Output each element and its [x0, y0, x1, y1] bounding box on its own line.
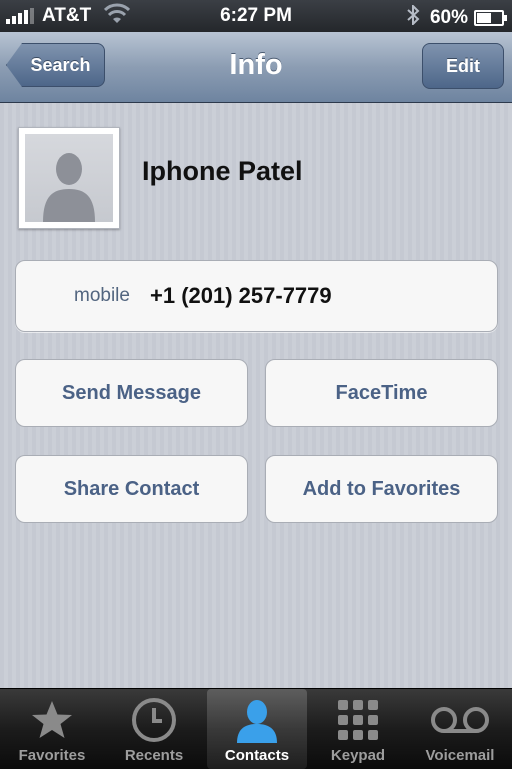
tab-bar: Favorites Recents Contacts Keypad Voicem… [0, 688, 512, 769]
contact-info-content: Iphone Patel mobile +1 (201) 257-7779 Se… [0, 103, 512, 688]
battery-percent: 60% [429, 7, 468, 28]
phone-number-row[interactable]: mobile +1 (201) 257-7779 [15, 260, 498, 332]
tab-label: Favorites [18, 747, 86, 764]
tab-label: Keypad [330, 747, 386, 764]
tab-keypad[interactable]: Keypad [308, 689, 408, 769]
battery-fill [477, 13, 491, 23]
keypad-icon [308, 697, 408, 743]
tab-contacts[interactable]: Contacts [207, 689, 307, 769]
contacts-person-icon [207, 697, 307, 743]
send-message-button[interactable]: Send Message [15, 359, 248, 427]
status-bar: AT&T 6:27 PM 60% [0, 0, 512, 32]
edit-button[interactable]: Edit [422, 43, 504, 89]
voicemail-icon [410, 697, 510, 743]
navigation-bar: Search Info Edit [0, 32, 512, 103]
star-icon [2, 697, 102, 743]
tab-label: Contacts [224, 747, 290, 764]
contact-name: Iphone Patel [142, 156, 303, 186]
tab-favorites[interactable]: Favorites [2, 689, 102, 769]
phone-number: +1 (201) 257-7779 [150, 283, 332, 308]
tab-label: Recents [124, 747, 184, 764]
bluetooth-icon [406, 3, 420, 31]
person-silhouette-icon [43, 153, 95, 222]
tab-recents[interactable]: Recents [104, 689, 204, 769]
contact-photo[interactable] [18, 127, 120, 229]
facetime-button[interactable]: FaceTime [265, 359, 498, 427]
status-right: 60% [406, 3, 507, 31]
clock-icon [104, 697, 204, 743]
avatar [25, 134, 113, 222]
add-to-favorites-button[interactable]: Add to Favorites [265, 455, 498, 523]
tab-voicemail[interactable]: Voicemail [410, 689, 510, 769]
phone-type-label: mobile [74, 285, 130, 306]
battery-icon [474, 10, 507, 26]
share-contact-button[interactable]: Share Contact [15, 455, 248, 523]
tab-label: Voicemail [425, 747, 495, 764]
